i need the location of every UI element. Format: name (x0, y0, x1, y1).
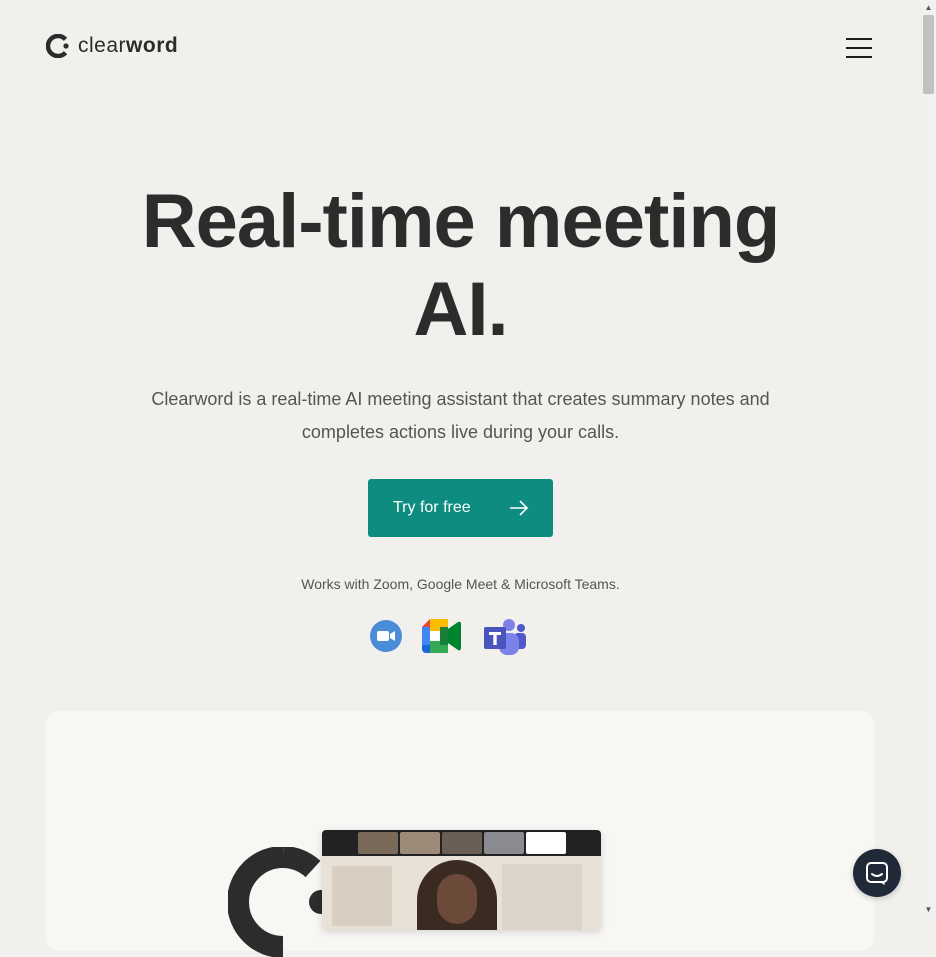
participant-thumbnail (358, 832, 398, 854)
chat-launcher-button[interactable] (853, 849, 901, 897)
page-scrollbar[interactable]: ▲ ▼ (921, 0, 936, 917)
integration-logos (368, 617, 538, 657)
zoom-icon (370, 620, 402, 652)
chat-icon (866, 862, 888, 885)
hamburger-icon[interactable] (846, 38, 872, 58)
site-header: clearword (0, 0, 921, 95)
bookshelf (332, 866, 392, 926)
participant-thumbnail (400, 832, 440, 854)
main-speaker-video (322, 856, 601, 930)
hero-title-line-2: AI. (413, 267, 508, 352)
bookshelf (502, 864, 582, 930)
google-meet-icon (422, 619, 462, 653)
try-for-free-button[interactable]: Try for free (368, 479, 553, 537)
scroll-up-arrow-icon[interactable]: ▲ (921, 0, 936, 15)
arrow-right-icon (510, 500, 529, 516)
cta-label: Try for free (393, 499, 471, 516)
brand-logo[interactable]: clearword (46, 34, 178, 58)
hero-subtitle: Clearword is a real-time AI meeting assi… (151, 389, 770, 442)
participant-thumbnail (484, 832, 524, 854)
participant-thumbnails (322, 830, 601, 856)
participant-thumbnail (442, 832, 482, 854)
meeting-video-preview (322, 830, 601, 930)
works-with-text: Works with Zoom, Google Meet & Microsoft… (301, 576, 620, 592)
hero-title: Real-time meeting AI. (0, 178, 921, 354)
hero-title-line-1: Real-time meeting (141, 179, 781, 264)
brand-name: clearword (78, 34, 178, 58)
scroll-down-arrow-icon[interactable]: ▼ (921, 902, 936, 917)
microsoft-teams-icon (484, 619, 526, 655)
clearword-logo-icon (46, 34, 69, 58)
brand-name-bold: word (126, 34, 179, 57)
participant-thumbnail (526, 832, 566, 854)
brand-name-regular: clear (78, 34, 127, 57)
scrollbar-thumb[interactable] (923, 15, 934, 94)
